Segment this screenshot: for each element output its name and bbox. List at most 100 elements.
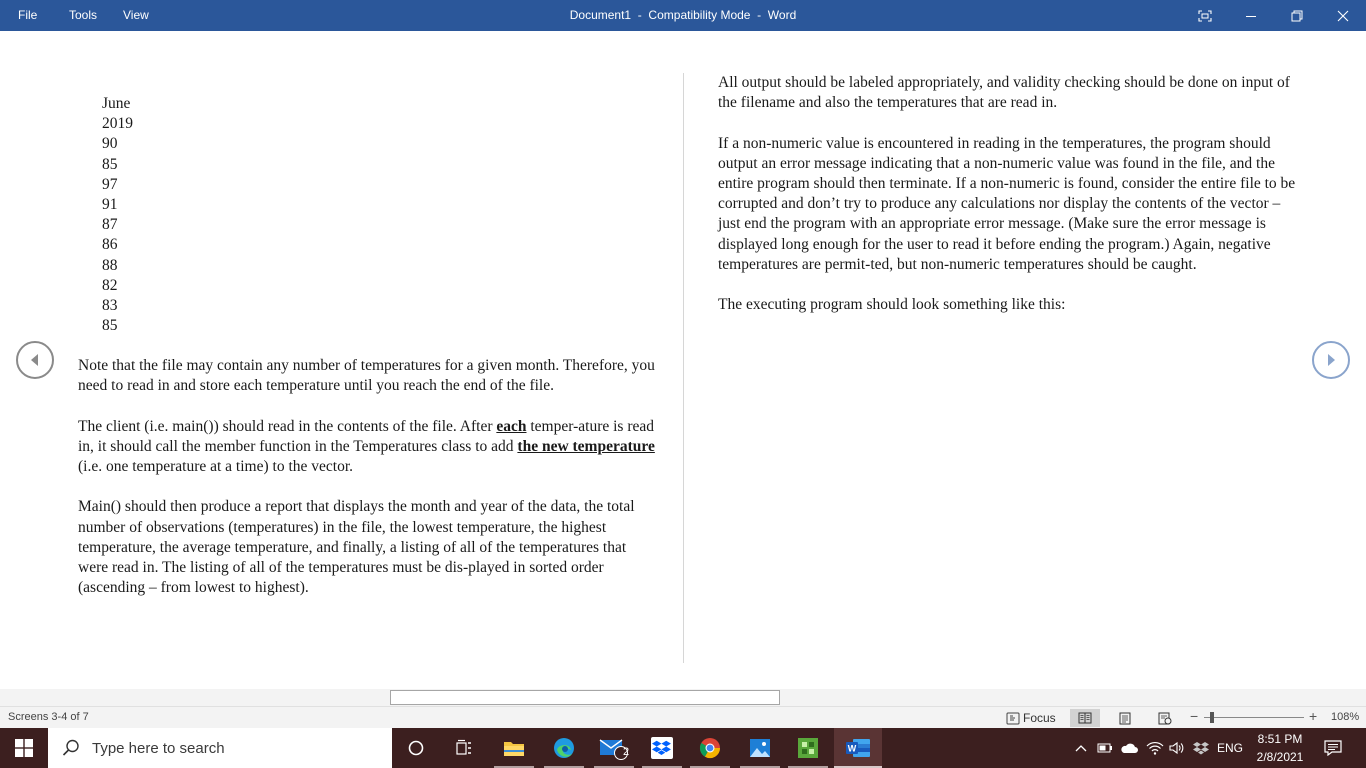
left-page-text: Note that the file may contain any numbe… [78,356,658,619]
data-list-item: 86 [102,236,118,254]
windows-logo-icon [15,739,33,757]
menu-view[interactable]: View [123,0,149,31]
restore-button[interactable] [1274,0,1320,31]
status-bar: Screens 3-4 of 7 Focus − + 108% [0,706,1366,728]
next-screen-button[interactable] [1312,341,1350,379]
paragraph: Note that the file may contain any numbe… [78,357,655,395]
chrome-icon [699,738,721,759]
paragraph: The executing program should look someth… [718,296,1066,314]
zoom-slider[interactable] [1204,717,1304,718]
focus-icon [1006,712,1020,724]
speaker-icon [1169,741,1184,755]
emphasis-each: each [496,417,527,435]
web-layout-button[interactable] [1150,709,1180,727]
notification-icon [1324,740,1342,756]
photos-icon [750,739,770,757]
emphasis-new-temperature: the new temperature [517,437,655,455]
fullscreen-icon [1198,9,1212,22]
svg-text:W: W [848,744,857,754]
close-button[interactable] [1320,0,1366,31]
cortana-button[interactable] [392,728,440,768]
focus-button[interactable]: Focus [1006,709,1056,727]
text-run: The client (i.e. main()) should read in … [78,417,497,435]
start-button[interactable] [0,728,48,768]
horizontal-scrollbar-thumb[interactable] [390,690,780,705]
dropbox-button[interactable] [638,728,686,768]
action-center-button[interactable] [1318,728,1348,768]
taskbar-clock[interactable]: 8:51 PM 2/8/2021 [1248,730,1312,766]
word-button[interactable]: W [834,728,882,768]
search-placeholder: Type here to search [92,739,225,757]
task-view-icon [456,739,471,755]
minimize-button[interactable] [1228,0,1274,31]
menu-file[interactable]: File [18,0,37,31]
book-icon [1078,712,1092,724]
word-icon: W [846,739,870,757]
dropbox-icon [651,737,673,759]
photos-button[interactable] [736,728,784,768]
right-page-text: All output should be labeled appropriate… [718,73,1298,336]
clock-date: 2/8/2021 [1256,750,1304,764]
chevron-up-icon [1075,745,1087,752]
mail-button[interactable]: 2 [590,728,638,768]
onedrive-button[interactable] [1118,728,1140,768]
network-button[interactable] [1144,728,1166,768]
zoom-slider-thumb[interactable] [1210,712,1214,723]
battery-button[interactable] [1094,728,1116,768]
data-list-item: 85 [102,317,118,335]
taskbar-search-box[interactable]: Type here to search [48,728,392,768]
edge-browser-button[interactable] [540,728,588,768]
data-list-item: 97 [102,175,118,193]
show-hidden-icons-button[interactable] [1072,728,1090,768]
cloud-icon [1121,743,1138,753]
chevron-left-icon [31,354,38,366]
zoom-out-button[interactable]: − [1190,708,1198,724]
search-icon [62,739,79,756]
folder-icon [504,742,524,756]
print-layout-button[interactable] [1110,709,1140,727]
zoom-in-button[interactable]: + [1309,708,1317,724]
puzzle-icon [798,738,818,758]
temperature-data-list: June 2019 90 85 97 91 87 86 88 82 83 85 [102,94,202,336]
document-title-container: Document1 - Compatibility Mode - Word [0,0,1366,31]
title-bar: File Tools View Document1 - Compatibilit… [0,0,1366,31]
paragraph: The client (i.e. main()) should read in … [78,417,658,478]
page-divider [683,73,684,663]
document-title: Document1 - Compatibility Mode - Word [569,8,797,22]
language-indicator[interactable]: ENG [1214,728,1246,768]
menu-tools[interactable]: Tools [69,0,97,31]
restore-icon [1291,10,1303,21]
cortana-icon [408,740,424,756]
file-explorer-button[interactable] [490,728,538,768]
read-mode-button[interactable] [1070,709,1100,727]
fullscreen-button[interactable] [1182,0,1228,31]
paragraph: All output should be labeled appropriate… [718,74,1290,112]
taskbar: Type here to search 2 W ENG 8:51 PM 2/8/… [0,728,1366,768]
minimize-icon [1246,15,1256,17]
data-list-item: 88 [102,256,118,274]
volume-button[interactable] [1166,728,1188,768]
chevron-right-icon [1328,354,1335,366]
focus-label: Focus [1023,711,1056,725]
data-list-item: 2019 [102,115,133,133]
web-layout-icon [1158,712,1172,724]
data-list-item: 91 [102,195,118,213]
zoom-level[interactable]: 108% [1331,711,1359,723]
paragraph: If a non-numeric value is encountered in… [718,134,1296,273]
data-list-item: 82 [102,276,118,294]
data-list-item: 83 [102,296,118,314]
page-icon [1119,712,1131,724]
data-list-item: June [102,95,131,112]
dropbox-tray-button[interactable] [1190,728,1212,768]
battery-icon [1097,743,1112,753]
mail-badge: 2 [622,746,630,758]
page-count: Screens 3-4 of 7 [8,711,89,723]
data-list-item: 90 [102,135,118,153]
task-view-button[interactable] [440,728,488,768]
chrome-button[interactable] [686,728,734,768]
wifi-icon [1146,742,1164,755]
paragraph: Main() should then produce a report that… [78,498,635,597]
previous-screen-button[interactable] [16,341,54,379]
data-list-item: 85 [102,155,118,173]
solitaire-button[interactable] [784,728,832,768]
